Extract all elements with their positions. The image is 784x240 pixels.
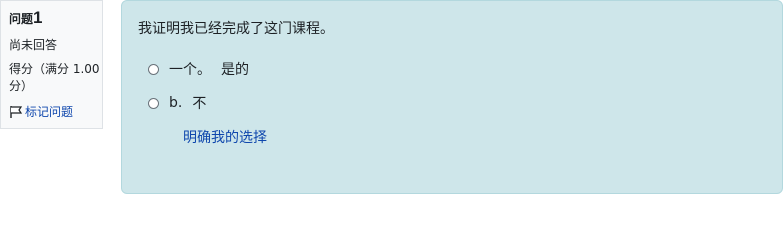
clear-choice-link[interactable]: 明确我的选择 [183, 128, 267, 148]
radio-button-b[interactable] [148, 97, 159, 109]
question-info-panel: 问题1 尚未回答 得分（满分 1.00分） 标记问题 [0, 0, 103, 129]
flag-question-label: 标记问题 [25, 105, 74, 119]
question-number-value: 1 [33, 8, 43, 27]
question-number: 问题1 [9, 8, 94, 29]
answer-option-letter: 一个。 [169, 62, 211, 78]
answer-option-label: 不 [192, 96, 207, 112]
quiz-question: 问题1 尚未回答 得分（满分 1.00分） 标记问题 我证明我已经完成了这门课程… [0, 0, 784, 211]
question-state: 尚未回答 [9, 38, 58, 52]
answer-option-a[interactable]: 一个。 是的 [138, 59, 766, 79]
question-grade: 得分（满分 1.00分） [9, 62, 100, 93]
flag-question-link[interactable]: 标记问题 [9, 104, 94, 120]
answer-options: 一个。 是的 b. 不 [138, 59, 766, 113]
radio-button-a[interactable] [148, 63, 159, 75]
answer-option-letter: b. [169, 95, 183, 111]
answer-option-b[interactable]: b. 不 [138, 93, 766, 113]
question-label: 问题 [9, 12, 34, 26]
flag-icon [10, 106, 23, 118]
question-text: 我证明我已经完成了这门课程。 [138, 21, 334, 37]
answer-option-label: 是的 [221, 62, 249, 78]
question-content-panel: 我证明我已经完成了这门课程。 一个。 是的 b. 不 明确我的选择 [121, 0, 783, 194]
